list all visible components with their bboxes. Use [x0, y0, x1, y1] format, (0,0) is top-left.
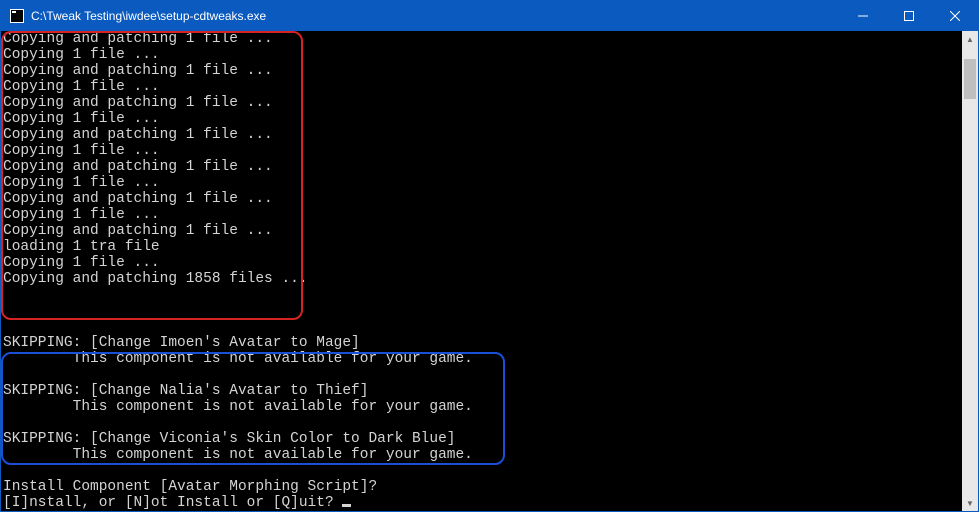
content-area: Copying and patching 1 file ...Copying 1…	[1, 31, 978, 511]
terminal-line: Copying and patching 1858 files ...	[3, 271, 962, 287]
terminal-line: Copying 1 file ...	[3, 143, 962, 159]
scroll-up-icon[interactable]: ▲	[962, 31, 978, 47]
minimize-button[interactable]	[840, 1, 886, 31]
terminal-output[interactable]: Copying and patching 1 file ...Copying 1…	[1, 31, 962, 511]
titlebar[interactable]: C:\Tweak Testing\iwdee\setup-cdtweaks.ex…	[1, 1, 978, 31]
terminal-line: Copying and patching 1 file ...	[3, 191, 962, 207]
terminal-line: Copying and patching 1 file ...	[3, 223, 962, 239]
scroll-down-icon[interactable]: ▼	[962, 495, 978, 511]
window-controls	[840, 1, 978, 31]
terminal-line: [I]nstall, or [N]ot Install or [Q]uit?	[3, 495, 962, 511]
terminal-line: Copying and patching 1 file ...	[3, 31, 962, 47]
scroll-thumb[interactable]	[964, 59, 976, 99]
terminal-line: Copying and patching 1 file ...	[3, 95, 962, 111]
terminal-line	[3, 367, 962, 383]
close-button[interactable]	[932, 1, 978, 31]
terminal-line: Copying 1 file ...	[3, 111, 962, 127]
vertical-scrollbar[interactable]: ▲ ▼	[962, 31, 978, 511]
terminal-line: Copying 1 file ...	[3, 175, 962, 191]
terminal-line: This component is not available for your…	[3, 399, 962, 415]
terminal-line: loading 1 tra file	[3, 239, 962, 255]
window-title: C:\Tweak Testing\iwdee\setup-cdtweaks.ex…	[31, 9, 840, 23]
terminal-line	[3, 287, 962, 303]
app-icon	[9, 8, 25, 24]
terminal-line: Copying 1 file ...	[3, 47, 962, 63]
terminal-line: Copying 1 file ...	[3, 79, 962, 95]
terminal-line	[3, 303, 962, 319]
terminal-line: Copying and patching 1 file ...	[3, 63, 962, 79]
terminal-line: SKIPPING: [Change Nalia's Avatar to Thie…	[3, 383, 962, 399]
terminal-line: This component is not available for your…	[3, 351, 962, 367]
terminal-line: Copying 1 file ...	[3, 207, 962, 223]
terminal-line	[3, 319, 962, 335]
terminal-line: Copying 1 file ...	[3, 255, 962, 271]
maximize-button[interactable]	[886, 1, 932, 31]
terminal-line: Copying and patching 1 file ...	[3, 127, 962, 143]
cursor-icon	[342, 504, 351, 507]
console-window: C:\Tweak Testing\iwdee\setup-cdtweaks.ex…	[0, 0, 979, 512]
terminal-line: Copying and patching 1 file ...	[3, 159, 962, 175]
terminal-line: Install Component [Avatar Morphing Scrip…	[3, 479, 962, 495]
terminal-line	[3, 463, 962, 479]
terminal-line: SKIPPING: [Change Imoen's Avatar to Mage…	[3, 335, 962, 351]
terminal-line	[3, 415, 962, 431]
terminal-line: This component is not available for your…	[3, 447, 962, 463]
terminal-line: SKIPPING: [Change Viconia's Skin Color t…	[3, 431, 962, 447]
